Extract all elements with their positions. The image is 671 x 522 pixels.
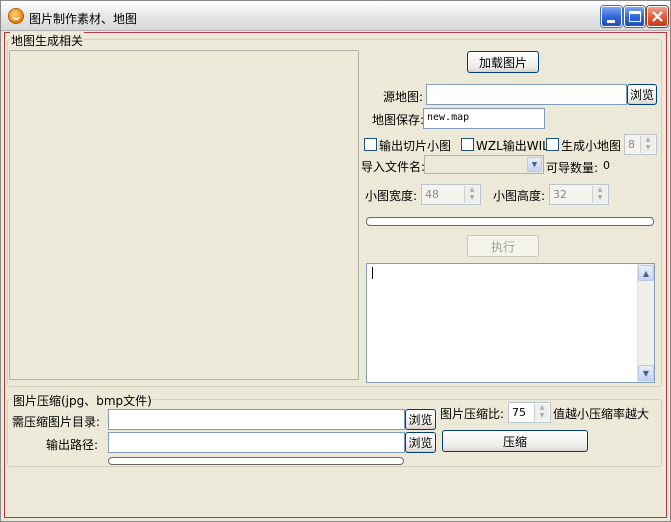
minimap-height-label: 小图高度: bbox=[493, 189, 546, 203]
minimap-scale-value: 8 bbox=[628, 138, 635, 151]
map-group-title: 地图生成相关 bbox=[10, 32, 85, 49]
scroll-down-icon[interactable]: ▼ bbox=[638, 365, 654, 381]
source-map-label: 源地图: bbox=[383, 90, 424, 104]
export-tiles-checkbox[interactable] bbox=[364, 138, 377, 151]
spin-up-icon[interactable]: ▲ bbox=[535, 404, 549, 412]
output-path-browse-button[interactable]: 浏览 bbox=[405, 432, 436, 453]
wzl-to-wil-label: WZL输出WIL bbox=[476, 139, 549, 153]
execute-button[interactable]: 执行 bbox=[467, 235, 539, 257]
compress-button[interactable]: 压缩 bbox=[442, 430, 588, 452]
import-file-dropdown[interactable]: ▼ bbox=[424, 155, 544, 174]
minimap-width-arrows[interactable]: ▲ ▼ bbox=[464, 186, 479, 203]
compress-group-title: 图片压缩(jpg、bmp文件) bbox=[12, 392, 153, 409]
source-dir-input[interactable] bbox=[108, 409, 405, 430]
log-scrollbar[interactable]: ▲ ▼ bbox=[637, 264, 654, 382]
ratio-hint: 值越小压缩率越大 bbox=[553, 407, 650, 421]
source-dir-browse-button[interactable]: 浏览 bbox=[405, 409, 436, 430]
spin-up-icon[interactable]: ▲ bbox=[593, 186, 607, 194]
minimap-height-spinner[interactable]: 32 ▲ ▼ bbox=[549, 184, 609, 205]
ratio-arrows[interactable]: ▲ ▼ bbox=[534, 404, 549, 421]
ratio-value: 75 bbox=[512, 406, 526, 419]
app-logo-icon bbox=[8, 8, 24, 24]
import-file-label: 导入文件名: bbox=[361, 160, 426, 174]
wzl-to-wil-checkbox[interactable] bbox=[461, 138, 474, 151]
maximize-button[interactable] bbox=[624, 6, 645, 27]
source-map-browse-button[interactable]: 浏览 bbox=[627, 84, 657, 105]
ratio-spinner[interactable]: 75 ▲ ▼ bbox=[508, 402, 551, 423]
minimap-width-spinner[interactable]: 48 ▲ ▼ bbox=[421, 184, 481, 205]
minimap-scale-arrows[interactable]: ▲ ▼ bbox=[640, 136, 655, 153]
spin-down-icon[interactable]: ▼ bbox=[641, 144, 655, 152]
gen-minimap-label: 生成小地图 bbox=[561, 139, 622, 153]
log-textarea[interactable]: ▲ ▼ bbox=[366, 263, 655, 383]
source-dir-label: 需压缩图片目录: bbox=[12, 415, 101, 429]
minimap-width-label: 小图宽度: bbox=[365, 189, 418, 203]
chevron-down-icon[interactable]: ▼ bbox=[527, 157, 542, 172]
main-window: 图片制作素材、地图 地图生成相关 加载图片 源地图: 浏览 地图保存: new.… bbox=[0, 0, 671, 522]
source-map-input[interactable] bbox=[426, 84, 627, 105]
map-preview-panel bbox=[9, 50, 359, 380]
load-image-button[interactable]: 加载图片 bbox=[467, 51, 539, 73]
scroll-up-icon[interactable]: ▲ bbox=[638, 265, 654, 281]
export-tiles-label: 输出切片小图 bbox=[379, 139, 452, 153]
close-button[interactable] bbox=[647, 6, 668, 27]
minimap-width-value: 48 bbox=[425, 188, 439, 201]
minimap-scale-spinner[interactable]: 8 ▲ ▼ bbox=[624, 134, 657, 155]
ratio-label: 图片压缩比: bbox=[440, 407, 505, 421]
map-progress-bar bbox=[366, 217, 654, 226]
minimap-height-arrows[interactable]: ▲ ▼ bbox=[592, 186, 607, 203]
output-path-label: 输出路径: bbox=[46, 438, 99, 452]
window-title: 图片制作素材、地图 bbox=[29, 12, 138, 26]
text-caret bbox=[372, 267, 373, 279]
minimize-button[interactable] bbox=[601, 6, 622, 27]
spin-up-icon[interactable]: ▲ bbox=[465, 186, 479, 194]
minimize-icon bbox=[607, 20, 615, 23]
close-icon bbox=[652, 11, 663, 22]
title-bar[interactable]: 图片制作素材、地图 bbox=[1, 1, 670, 31]
spin-down-icon[interactable]: ▼ bbox=[593, 194, 607, 202]
gen-minimap-checkbox[interactable] bbox=[546, 138, 559, 151]
compress-progress-bar bbox=[108, 457, 404, 465]
output-path-input[interactable] bbox=[108, 432, 405, 453]
minimap-height-value: 32 bbox=[553, 188, 567, 201]
map-save-input[interactable]: new.map bbox=[423, 108, 545, 129]
importable-count-value: 0 bbox=[603, 159, 610, 172]
map-save-label: 地图保存: bbox=[372, 113, 425, 127]
spin-up-icon[interactable]: ▲ bbox=[641, 136, 655, 144]
importable-count-label: 可导数量: bbox=[546, 161, 599, 175]
maximize-icon bbox=[629, 11, 641, 22]
spin-down-icon[interactable]: ▼ bbox=[535, 412, 549, 420]
spin-down-icon[interactable]: ▼ bbox=[465, 194, 479, 202]
